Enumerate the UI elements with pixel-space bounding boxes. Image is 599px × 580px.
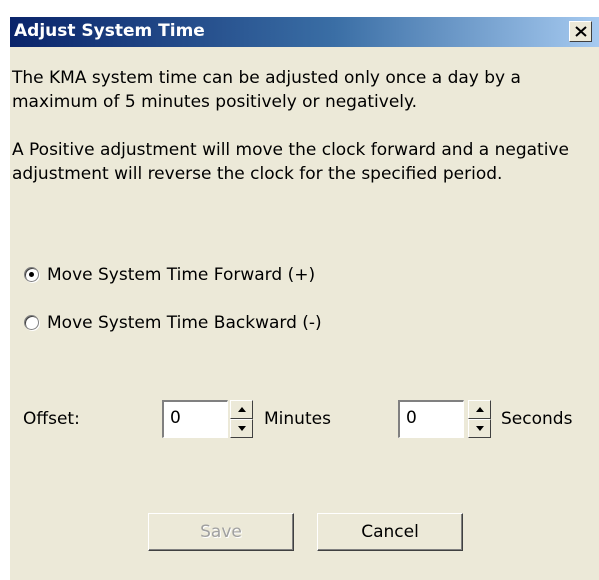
description-direction-text: A Positive adjustment will move the cloc… (12, 140, 569, 184)
radio-selected-dot (29, 272, 34, 277)
arrow-up-icon (476, 407, 484, 412)
adjust-system-time-dialog: Adjust System Time The KMA system time c… (10, 17, 599, 580)
seconds-spinner (468, 400, 491, 438)
save-button[interactable]: Save (148, 513, 294, 551)
description-limit-text: The KMA system time can be adjusted only… (12, 68, 521, 112)
arrow-down-icon (238, 426, 246, 431)
minutes-down-button[interactable] (230, 419, 253, 438)
seconds-up-button[interactable] (468, 400, 491, 419)
seconds-down-button[interactable] (468, 419, 491, 438)
radio-forward-label[interactable]: Move System Time Forward (+) (47, 265, 315, 285)
arrow-up-icon (238, 407, 246, 412)
close-icon (575, 26, 587, 37)
close-button[interactable] (569, 21, 592, 42)
minutes-spinner (230, 400, 253, 438)
offset-label: Offset: (23, 409, 80, 429)
minutes-up-button[interactable] (230, 400, 253, 419)
minutes-input[interactable]: 0 (162, 400, 228, 438)
radio-backward-label[interactable]: Move System Time Backward (-) (47, 313, 322, 333)
cancel-button[interactable]: Cancel (317, 513, 463, 551)
title-bar[interactable]: Adjust System Time (10, 17, 599, 47)
arrow-down-icon (476, 426, 484, 431)
minutes-unit-label: Minutes (264, 409, 331, 429)
radio-backward-button[interactable] (24, 315, 39, 330)
radio-forward-button[interactable] (24, 267, 39, 282)
seconds-input[interactable]: 0 (398, 400, 464, 438)
seconds-unit-label: Seconds (501, 409, 573, 429)
dialog-title: Adjust System Time (14, 21, 205, 41)
